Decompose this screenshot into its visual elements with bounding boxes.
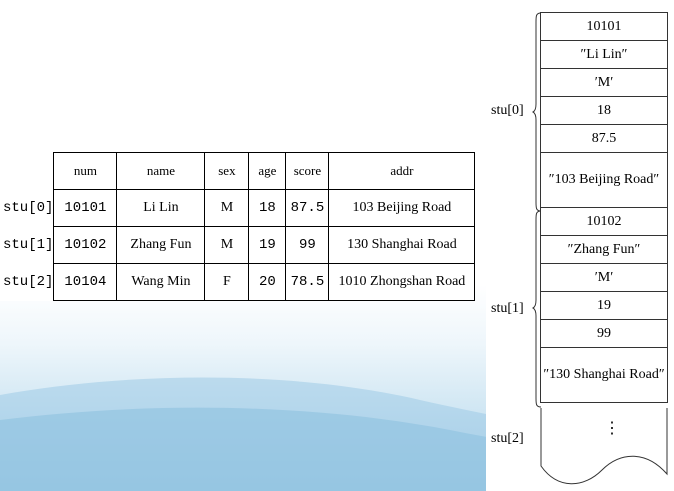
table-corner	[0, 153, 54, 190]
mem-cell-stu1-addr: ″130 Shanghai Road″	[541, 348, 667, 403]
student-table: num name sex age score addr stu[0] 10101…	[0, 152, 476, 301]
cell-sex: M	[204, 189, 250, 227]
header-addr: addr	[328, 152, 476, 190]
memory-layout: 10101 ″Li Lin″ ′M′ 18 87.5 ″103 Beijing …	[540, 12, 668, 403]
row-label: stu[0]	[3, 200, 54, 216]
table-row: stu[0] 10101 Li Lin M 18 87.5 103 Beijin…	[0, 189, 476, 227]
cell-score: 99	[285, 226, 330, 264]
mem-cell-stu1-score: 99	[541, 320, 667, 348]
cell-addr: 130 Shanghai Road	[328, 226, 476, 264]
mem-cell-stu1-name: ″Zhang Fun″	[541, 236, 667, 264]
mem-label-stu1: stu[1]	[491, 301, 524, 316]
student-table-container: num name sex age score addr stu[0] 10101…	[0, 152, 476, 301]
cell-score: 78.5	[285, 263, 330, 301]
table-row: stu[1] 10102 Zhang Fun M 19 99 130 Shang…	[0, 226, 476, 264]
mem-cell-stu0-score: 87.5	[541, 125, 667, 153]
cell-age: 19	[248, 226, 287, 264]
mem-cell-stu0-name: ″Li Lin″	[541, 41, 667, 69]
row-label: stu[1]	[3, 237, 54, 253]
cell-addr: 103 Beijing Road	[328, 189, 476, 227]
cell-sex: M	[204, 226, 250, 264]
header-sex: sex	[204, 152, 250, 190]
header-num: num	[53, 152, 118, 190]
cell-num: 10104	[53, 263, 118, 301]
cell-age: 20	[248, 263, 287, 301]
mem-cell-stu0-num: 10101	[541, 13, 667, 41]
brace-stu1	[532, 210, 542, 408]
table-row: stu[2] 10104 Wang Min F 20 78.5 1010 Zho…	[0, 263, 476, 301]
cell-score: 87.5	[285, 189, 330, 227]
mem-cell-stu1-sex: ′M′	[541, 264, 667, 292]
cell-name: Wang Min	[116, 263, 206, 301]
mem-cell-stu0-addr: ″103 Beijing Road″	[541, 153, 667, 208]
cell-sex: F	[204, 263, 250, 301]
header-name: name	[116, 152, 206, 190]
cell-age: 18	[248, 189, 287, 227]
mem-ellipsis: ⋮	[604, 420, 620, 437]
row-label: stu[2]	[3, 274, 54, 290]
mem-cell-stu0-age: 18	[541, 97, 667, 125]
mem-label-stu2: stu[2]	[491, 431, 524, 446]
header-age: age	[248, 152, 287, 190]
table-header-row: num name sex age score addr	[0, 152, 476, 190]
mem-cell-stu1-age: 19	[541, 292, 667, 320]
mem-label-stu0: stu[0]	[491, 103, 524, 118]
cell-num: 10101	[53, 189, 118, 227]
cell-name: Zhang Fun	[116, 226, 206, 264]
mem-cell-stu1-num: 10102	[541, 208, 667, 236]
brace-stu0	[532, 12, 542, 212]
cell-name: Li Lin	[116, 189, 206, 227]
header-score: score	[285, 152, 330, 190]
mem-cell-stu0-sex: ′M′	[541, 69, 667, 97]
cell-addr: 1010 Zhongshan Road	[328, 263, 476, 301]
cell-num: 10102	[53, 226, 118, 264]
